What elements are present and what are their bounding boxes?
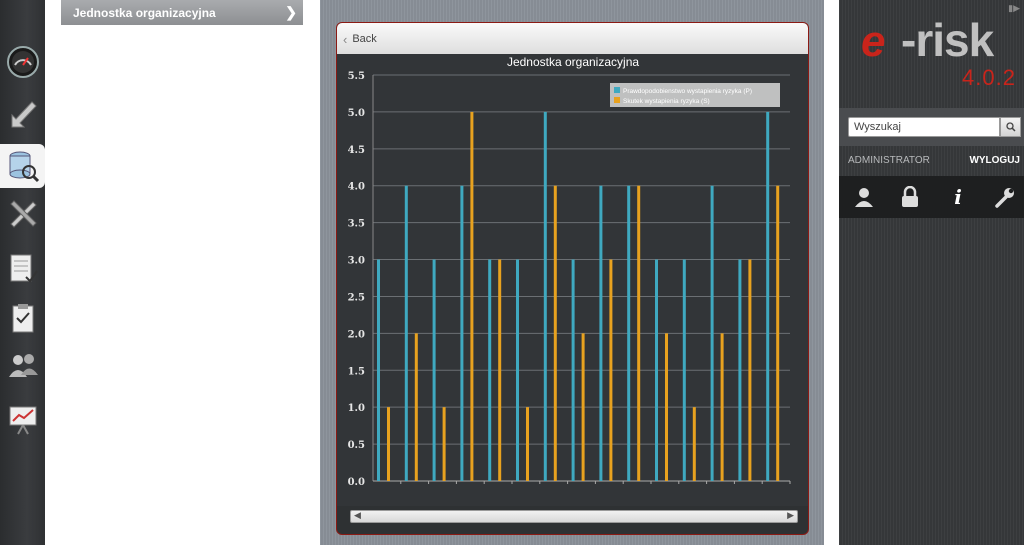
y-tick-label: 5.5: [348, 71, 365, 82]
scroll-left-icon[interactable]: ◀: [354, 510, 361, 521]
y-tick-label: 5.0: [348, 108, 365, 119]
clipboard-icon[interactable]: [0, 296, 45, 340]
legend-swatch: [614, 97, 620, 103]
bar: [776, 185, 780, 481]
y-tick-label: 4.5: [348, 145, 365, 156]
wrench-icon[interactable]: [991, 184, 1017, 210]
bar: [404, 185, 408, 481]
y-tick-label: 2.5: [348, 292, 365, 303]
chevron-right-icon: ❯: [285, 4, 297, 20]
bar: [637, 185, 641, 481]
bar: [432, 259, 436, 481]
bar: [655, 259, 658, 481]
bar: [748, 259, 752, 481]
y-tick-label: 0.0: [348, 477, 365, 488]
bar: [377, 259, 380, 481]
lock-icon[interactable]: [897, 184, 923, 210]
y-tick-label: 2.0: [348, 329, 365, 340]
bar: [526, 407, 529, 481]
bar: [470, 111, 474, 481]
users-icon[interactable]: [0, 344, 45, 388]
bar: [543, 111, 547, 481]
tools-icon[interactable]: [0, 192, 45, 236]
back-button[interactable]: ‹ Back: [343, 30, 377, 48]
collapse-icon[interactable]: ▮▶: [1008, 3, 1020, 14]
arrow-icon[interactable]: [0, 92, 45, 136]
logo-e: e: [861, 17, 886, 66]
presentation-chart-icon[interactable]: [0, 398, 45, 442]
bar-chart: Jednostka organizacyjna 0.0 0.5 1.0 1.5 2.0 2.…: [337, 54, 808, 506]
chart-title: Jednostka organizacyjna: [507, 55, 639, 69]
user-toolbar: i: [839, 176, 1024, 218]
navigation-panel: Jednostka organizacyjna ❯: [45, 0, 320, 545]
back-label: Back: [352, 33, 377, 45]
user-row: ADMINISTRATOR WYLOGUJ: [848, 155, 1020, 169]
bar: [766, 111, 770, 481]
user-profile-icon[interactable]: [851, 184, 877, 210]
right-panel: e -risk 4.0.2 ▮▶ Wyszukaj ADMINISTRATOR …: [839, 0, 1024, 545]
bar: [488, 259, 492, 481]
bar: [627, 185, 631, 481]
horizontal-scrollbar[interactable]: ◀ ▶: [350, 510, 798, 523]
bar: [516, 259, 519, 481]
search-icon: [1005, 122, 1016, 132]
info-icon[interactable]: i: [945, 184, 971, 210]
version-label: 4.0.2: [962, 65, 1016, 90]
logout-link[interactable]: WYLOGUJ: [969, 155, 1020, 166]
chart-area: Jednostka organizacyjna 0.0 0.5 1.0 1.5 2.0 2.…: [337, 54, 808, 506]
bar: [581, 333, 585, 481]
y-tick-label: 1.5: [348, 366, 365, 377]
search-bar: Wyszukaj: [839, 108, 1024, 146]
y-tick-label: 4.0: [348, 182, 365, 193]
bar: [609, 259, 613, 481]
legend-label: Prawdopodobienstwo wystapienia ryzyka (P…: [623, 88, 752, 95]
search-input[interactable]: Wyszukaj: [848, 117, 1000, 137]
legend-label: Skutek wystapienia ryzyka (S): [623, 98, 710, 105]
divider: [824, 0, 839, 545]
logo-text: -risk: [901, 14, 994, 66]
nav-item-jednostka[interactable]: Jednostka organizacyjna ❯: [61, 0, 303, 25]
bar: [553, 185, 557, 481]
bar: [442, 407, 446, 481]
dashboard-gauge-icon[interactable]: [0, 40, 45, 84]
nav-item-label: Jednostka organizacyjna: [73, 5, 216, 20]
bar: [460, 185, 464, 481]
chevron-left-icon: ‹: [343, 31, 348, 47]
bar: [720, 333, 724, 481]
bar: [665, 333, 668, 481]
logo: e -risk 4.0.2 ▮▶: [839, 0, 1024, 106]
bar: [738, 259, 742, 481]
bar: [498, 259, 502, 481]
y-tick-label: 3.0: [348, 256, 365, 267]
bar: [710, 185, 714, 481]
database-search-icon[interactable]: [0, 144, 45, 188]
chart-panel: ‹ Back Jednostka organizacyjna 0.0 0.5 1.0 1…: [336, 22, 809, 535]
y-tick-label: 0.5: [348, 440, 365, 451]
bar: [387, 407, 390, 481]
y-tick-label: 3.5: [348, 219, 365, 230]
icon-rail: [0, 0, 45, 545]
bar: [414, 333, 418, 481]
bar: [692, 407, 696, 481]
bar: [571, 259, 575, 481]
y-tick-label: 1.0: [348, 403, 365, 414]
checklist-icon[interactable]: [0, 246, 45, 290]
panel-header: ‹ Back: [337, 23, 808, 55]
scroll-right-icon[interactable]: ▶: [787, 510, 794, 521]
user-name: ADMINISTRATOR: [848, 155, 930, 166]
bar: [682, 259, 686, 481]
search-button[interactable]: [1000, 117, 1021, 137]
bar: [599, 185, 603, 481]
legend-swatch: [614, 87, 620, 93]
